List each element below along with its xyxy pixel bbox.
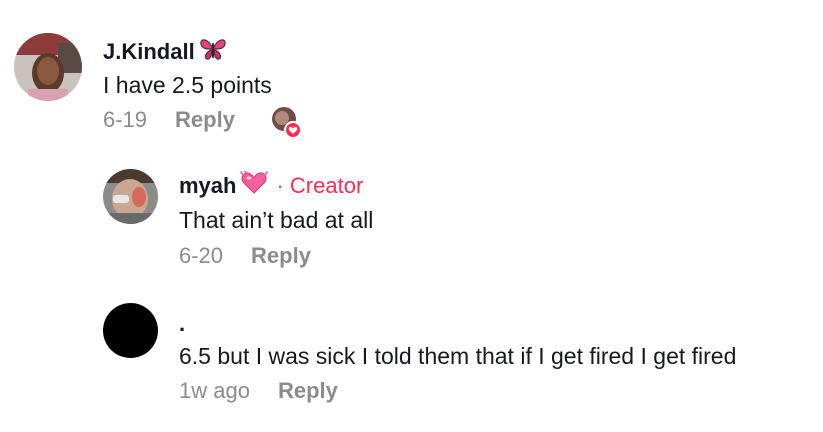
comment-username[interactable]: myah · Creator xyxy=(179,170,364,201)
username-text: J.Kindall xyxy=(103,39,195,64)
reply-button[interactable]: Reply xyxy=(278,378,338,404)
avatar[interactable] xyxy=(103,303,158,358)
heart-ribbon-icon xyxy=(240,170,269,201)
comment-meta: 6-20 Reply xyxy=(179,242,311,270)
comment-meta: 1w ago Reply xyxy=(179,377,338,405)
creator-liked-avatar xyxy=(271,106,302,139)
comment-text: I have 2.5 points xyxy=(103,72,272,98)
comment-date: 6-19 xyxy=(103,107,148,132)
comment-date: 6-20 xyxy=(179,243,224,268)
username-text: . xyxy=(179,311,186,336)
avatar[interactable] xyxy=(14,33,82,101)
comment-meta: 6-19 Reply xyxy=(103,106,235,134)
butterfly-icon xyxy=(199,37,227,67)
comment-username[interactable]: J.Kindall xyxy=(103,38,227,66)
comment-date: 1w ago xyxy=(179,378,250,403)
comment-text: 6.5 but I was sick I told them that if I… xyxy=(179,343,737,369)
avatar[interactable] xyxy=(103,169,158,224)
reply-button[interactable]: Reply xyxy=(175,107,235,133)
creator-badge: · Creator xyxy=(276,173,364,198)
comment-username[interactable]: . xyxy=(179,310,185,338)
comment-text: That ain’t bad at all xyxy=(179,207,374,233)
reply-button[interactable]: Reply xyxy=(251,243,311,269)
username-text: myah xyxy=(179,173,237,198)
